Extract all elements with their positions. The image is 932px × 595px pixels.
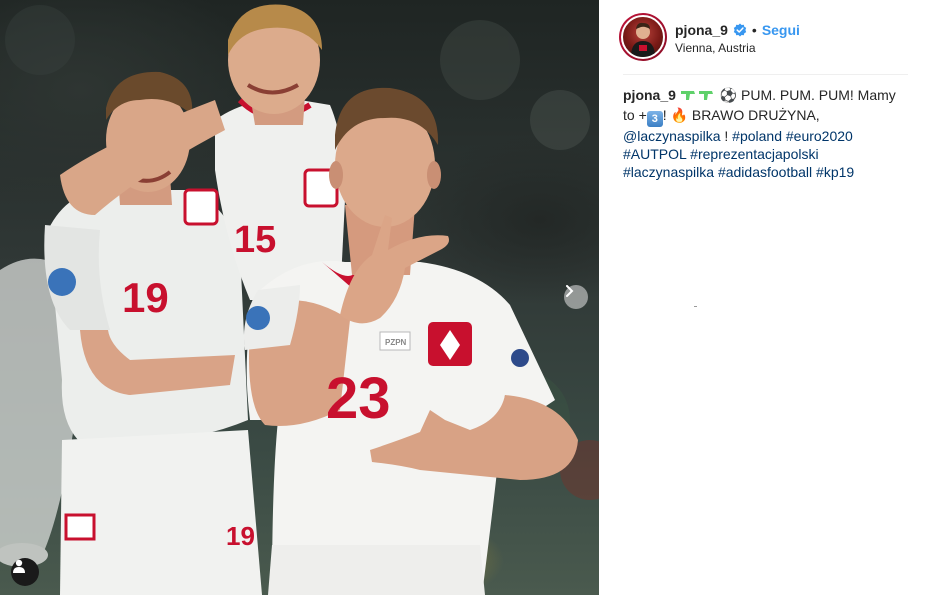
photo-illustration: 19 15 23 19 PZPN <box>0 4 599 595</box>
post-photo[interactable]: 19 15 23 19 PZPN <box>0 0 599 595</box>
hashtag-reprezentacjapolski[interactable]: #reprezentacjapolski <box>690 146 818 162</box>
jersey-number-15: 15 <box>234 219 276 261</box>
carousel-next-button[interactable] <box>564 285 588 309</box>
avatar-image <box>621 15 665 59</box>
follow-button[interactable]: Segui <box>762 22 800 38</box>
jersey-number-19: 19 <box>122 274 169 321</box>
hashtag-adidasfootball[interactable]: #adidasfootball <box>718 164 812 180</box>
caption-text-2: ! <box>662 107 667 123</box>
separator-dot: • <box>751 21 757 38</box>
header-text: pjona_9 • Segui Vienna, Austria <box>675 20 800 55</box>
tagged-people-button[interactable] <box>11 558 39 586</box>
fire-icon: 🔥 <box>670 107 688 123</box>
mention-laczynaspilka[interactable]: @laczynaspilka <box>623 128 720 144</box>
caption-text-4: ! <box>724 128 729 144</box>
location-link[interactable]: Vienna, Austria <box>675 41 800 55</box>
caption-username[interactable]: pjona_9 <box>623 87 676 103</box>
username-link[interactable]: pjona_9 <box>675 22 728 38</box>
jersey-number-23: 23 <box>326 366 391 431</box>
shorts-number-19: 19 <box>226 521 255 551</box>
verified-badge-icon <box>733 23 747 37</box>
stray-mark <box>694 306 697 307</box>
person-icon <box>13 559 25 573</box>
hashtag-autpol[interactable]: #AUTPOL <box>623 146 686 162</box>
keycap-three-icon: 3 <box>646 111 663 127</box>
post-side-panel: pjona_9 • Segui Vienna, Austria pjona_9 <box>599 0 932 595</box>
hashtag-kp19[interactable]: #kp19 <box>816 164 854 180</box>
avatar[interactable] <box>619 13 667 61</box>
caption-text-3: BRAWO DRUŻYNA, <box>691 107 820 123</box>
header-divider <box>623 74 908 75</box>
header-line: pjona_9 • Segui <box>675 20 800 40</box>
water-pistol-icon <box>680 88 716 106</box>
soccer-ball-icon: ⚽ <box>719 87 738 103</box>
chevron-right-icon <box>566 285 574 297</box>
hashtag-laczynaspilka[interactable]: #laczynaspilka <box>623 164 714 180</box>
hashtag-euro2020[interactable]: #euro2020 <box>786 128 853 144</box>
hashtag-poland[interactable]: #poland <box>732 128 782 144</box>
post-header: pjona_9 • Segui Vienna, Austria <box>619 12 909 62</box>
chest-print: PZPN <box>385 338 407 347</box>
post-caption: pjona_9 ⚽ PUM. PUM. PUM! Mamy to +3! 🔥 B… <box>623 86 909 181</box>
